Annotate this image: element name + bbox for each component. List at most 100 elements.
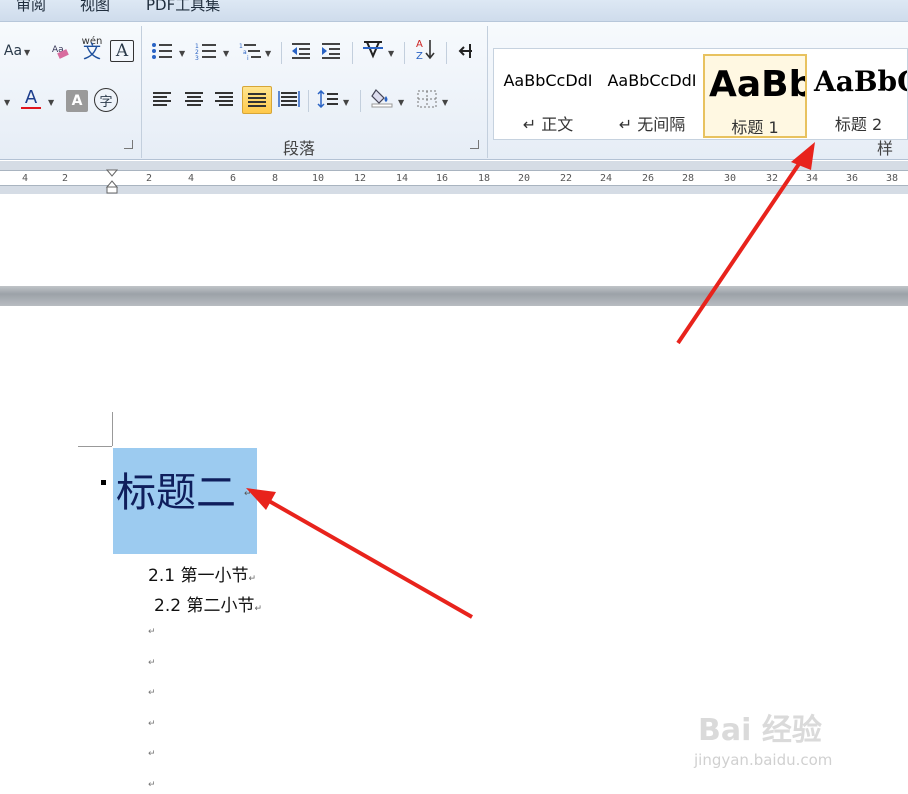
ruler-tick-label: 4 <box>22 173 29 184</box>
chevron-down-icon: ▼ <box>223 49 230 58</box>
svg-text:i: i <box>247 55 249 60</box>
ruler-tick-label: 6 <box>230 173 237 184</box>
show-hide-marks-button[interactable] <box>454 40 480 62</box>
tab-pdf-tools[interactable]: PDF工具集 <box>146 0 220 15</box>
margin-guide <box>112 412 113 446</box>
ruler-tick-label: 12 <box>354 173 367 184</box>
divider <box>352 42 353 64</box>
baidu-watermark-url: jingyan.baidu.com <box>694 751 833 769</box>
align-right-icon <box>215 92 233 106</box>
bullets-button[interactable] <box>150 40 174 62</box>
ribbon-tabs: 审阅 视图 PDF工具集 <box>0 0 908 22</box>
line-spacing-icon <box>317 90 338 108</box>
distributed-icon <box>278 91 300 107</box>
sort-button[interactable]: AZ <box>412 38 438 61</box>
shading-button[interactable] <box>368 86 396 108</box>
chevron-down-icon: ▼ <box>24 48 31 57</box>
multilevel-list-icon: 1ai <box>239 43 261 60</box>
increase-indent-button[interactable] <box>318 40 344 62</box>
style-name: ↵ 无间隔 <box>618 115 686 134</box>
ruler-tick-label: 38 <box>886 173 899 184</box>
sort-icon: AZ <box>416 39 435 61</box>
empty-paragraph-mark: ↵ <box>148 658 156 668</box>
align-center-button[interactable] <box>182 88 206 110</box>
style-normal[interactable]: AaBbCcDdI ↵ 正文 <box>498 53 598 137</box>
divider <box>404 42 405 64</box>
divider <box>360 90 361 112</box>
asian-layout-button[interactable] <box>360 38 386 60</box>
svg-text:Z: Z <box>416 51 423 61</box>
ruler-tick-label: 26 <box>642 173 655 184</box>
ruler-tick-label: 2 <box>62 173 69 184</box>
chevron-down-icon: ▼ <box>388 49 395 58</box>
ruler-tick-label: 28 <box>682 173 695 184</box>
justify-icon <box>248 93 266 107</box>
ruler-tick-label: 18 <box>478 173 491 184</box>
style-heading-1[interactable]: AaBb 标题 1 <box>703 54 807 138</box>
baidu-watermark-logo: Bai 经验 <box>698 713 822 748</box>
group-divider <box>487 26 488 158</box>
svg-text:3: 3 <box>195 55 199 60</box>
empty-paragraph-mark: ↵ <box>148 688 156 698</box>
paint-bucket-icon <box>371 89 393 108</box>
font-dialog-launcher-icon[interactable] <box>124 140 133 149</box>
indent-marker-icon[interactable] <box>106 169 118 195</box>
change-case-button[interactable]: Aa <box>0 40 26 62</box>
divider <box>446 42 447 64</box>
borders-button[interactable] <box>414 88 440 110</box>
ruler-tick-label: 34 <box>806 173 819 184</box>
paragraph-dialog-launcher-icon[interactable] <box>470 140 479 149</box>
style-preview: AaBbCcDdI <box>607 71 697 90</box>
ruler-tick-label: 20 <box>518 173 531 184</box>
style-preview: AaBbCcDdI <box>503 71 593 90</box>
asian-layout-icon <box>363 41 383 59</box>
chevron-down-icon: ▼ <box>265 49 272 58</box>
numbering-button[interactable]: 123 <box>194 40 218 62</box>
chevron-down-icon: ▼ <box>398 98 405 107</box>
enclose-characters-button[interactable]: 字 <box>94 88 118 112</box>
ruler-tick-label: 16 <box>436 173 449 184</box>
align-left-icon <box>153 92 171 106</box>
align-center-icon <box>185 92 203 106</box>
font-color-button[interactable]: A <box>18 88 44 110</box>
style-heading-2[interactable]: AaBbC 标题 2 <box>810 53 907 137</box>
horizontal-ruler[interactable]: 4 2 2 4 6 8 10 12 14 16 18 20 22 24 26 28 30 32 34 36 38 <box>0 169 908 194</box>
clear-format-button[interactable]: Aa <box>48 40 74 62</box>
list-item[interactable]: 2.2 第二小节↵ <box>154 591 262 616</box>
border-grid-icon <box>417 90 437 108</box>
justify-button[interactable] <box>242 86 272 114</box>
align-right-button[interactable] <box>212 88 236 110</box>
style-name: ↵ 正文 <box>522 115 574 134</box>
ribbon: Aa ▼ Aa wén 文 A ▼ A ▼ A 字 ▼ 123 ▼ 1ai ▼ ▼… <box>0 22 908 182</box>
style-name: 标题 2 <box>834 115 883 134</box>
svg-text:A: A <box>416 39 423 50</box>
line-spacing-button[interactable] <box>316 88 340 110</box>
ruler-tick-label: 22 <box>560 173 573 184</box>
increase-indent-icon <box>322 43 340 59</box>
chevron-down-icon: ▼ <box>179 49 186 58</box>
multilevel-list-button[interactable]: 1ai <box>238 40 264 62</box>
ruler-tick-label: 8 <box>272 173 279 184</box>
character-border-button[interactable]: A <box>110 40 134 62</box>
list-item[interactable]: 2.1 第一小节↵ <box>148 561 256 586</box>
ruler-tick-label: 2 <box>146 173 153 184</box>
chevron-down-icon: ▼ <box>442 98 449 107</box>
divider <box>308 90 309 112</box>
character-shading-button[interactable]: A <box>66 90 88 112</box>
tab-view[interactable]: 视图 <box>80 0 110 15</box>
style-no-spacing[interactable]: AaBbCcDdI ↵ 无间隔 <box>602 53 702 137</box>
paragraph-mark-icon <box>458 44 472 58</box>
heading-text[interactable]: 标题二 <box>116 460 236 518</box>
decrease-indent-button[interactable] <box>288 40 314 62</box>
paragraph-group-label: 段落 <box>283 139 316 158</box>
distributed-button[interactable] <box>276 88 302 110</box>
align-left-button[interactable] <box>150 88 174 110</box>
bullet-list-icon <box>152 43 172 59</box>
numbered-list-icon: 123 <box>195 43 216 60</box>
divider <box>281 42 282 64</box>
chevron-down-icon: ▼ <box>343 98 350 107</box>
heading-marker <box>101 480 106 485</box>
phonetic-guide-button[interactable]: wén 文 <box>78 36 106 62</box>
empty-paragraph-mark: ↵ <box>148 780 156 790</box>
tab-review[interactable]: 审阅 <box>16 0 46 15</box>
